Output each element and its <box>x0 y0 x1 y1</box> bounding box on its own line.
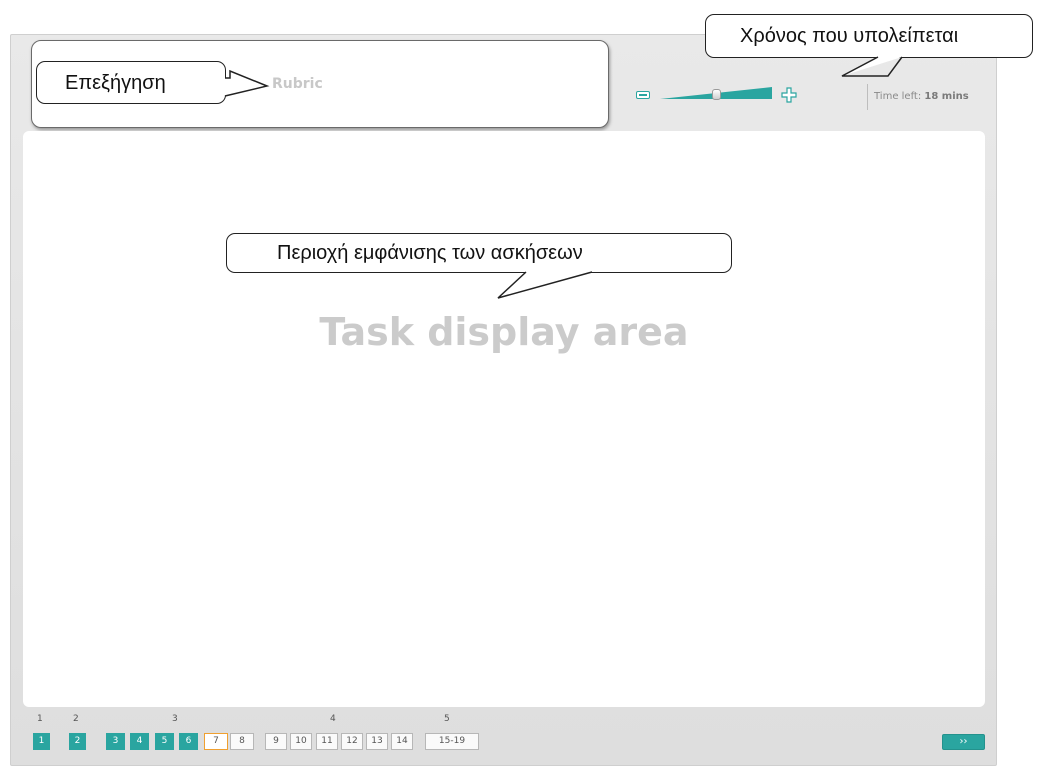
task-display-area <box>23 131 985 707</box>
explanation-callout: Επεξήγηση <box>36 61 226 104</box>
zoom-in-button[interactable] <box>781 87 797 103</box>
nav-group-label: 5 <box>444 714 450 724</box>
zoom-slider-thumb[interactable] <box>711 89 721 100</box>
time-left-label: Time left: <box>874 91 922 102</box>
nav-task-button[interactable]: 5 <box>155 733 174 750</box>
task-area-callout-pointer <box>497 271 593 299</box>
task-display-area-label: Task display area <box>319 310 689 354</box>
nav-task-button[interactable]: 4 <box>130 733 149 750</box>
next-button[interactable]: ›› <box>942 734 985 750</box>
nav-task-button[interactable]: 9 <box>265 733 287 750</box>
nav-task-button[interactable]: 15-19 <box>425 733 479 750</box>
nav-task-button[interactable]: 2 <box>69 733 86 750</box>
time-remaining-callout-pointer <box>841 56 903 77</box>
explanation-callout-pointer <box>224 69 270 97</box>
time-remaining-callout: Χρόνος που υπολείπεται <box>705 14 1033 58</box>
nav-task-button[interactable]: 1 <box>33 733 50 750</box>
nav-task-button[interactable]: 3 <box>106 733 125 750</box>
zoom-out-button[interactable] <box>636 91 650 99</box>
test-screen: Rubric Time left: 18 mins Task display a… <box>0 0 1056 767</box>
time-left: Time left: 18 mins <box>874 91 969 102</box>
time-remaining-callout-text: Χρόνος που υπολείπεται <box>740 25 959 47</box>
timer-divider <box>867 84 868 110</box>
task-area-callout: Περιοχή εμφάνισης των ασκήσεων <box>226 233 732 273</box>
plus-icon <box>781 87 797 103</box>
nav-task-button[interactable]: 11 <box>316 733 338 750</box>
nav-group-label: 4 <box>330 714 336 724</box>
nav-group-label: 1 <box>37 714 43 724</box>
nav-task-button[interactable]: 13 <box>366 733 388 750</box>
rubric-label: Rubric <box>272 76 323 92</box>
nav-group-label: 2 <box>73 714 79 724</box>
nav-task-button[interactable]: 14 <box>391 733 413 750</box>
nav-task-button[interactable]: 12 <box>341 733 363 750</box>
explanation-callout-text: Επεξήγηση <box>65 72 166 94</box>
nav-task-button[interactable]: 10 <box>290 733 312 750</box>
nav-task-button-current[interactable]: 7 <box>204 733 228 750</box>
nav-task-button[interactable]: 8 <box>230 733 254 750</box>
nav-task-button[interactable]: 6 <box>179 733 198 750</box>
nav-group-label: 3 <box>172 714 178 724</box>
task-area-callout-text: Περιοχή εμφάνισης των ασκήσεων <box>277 242 583 264</box>
time-left-value: 18 mins <box>924 91 969 102</box>
